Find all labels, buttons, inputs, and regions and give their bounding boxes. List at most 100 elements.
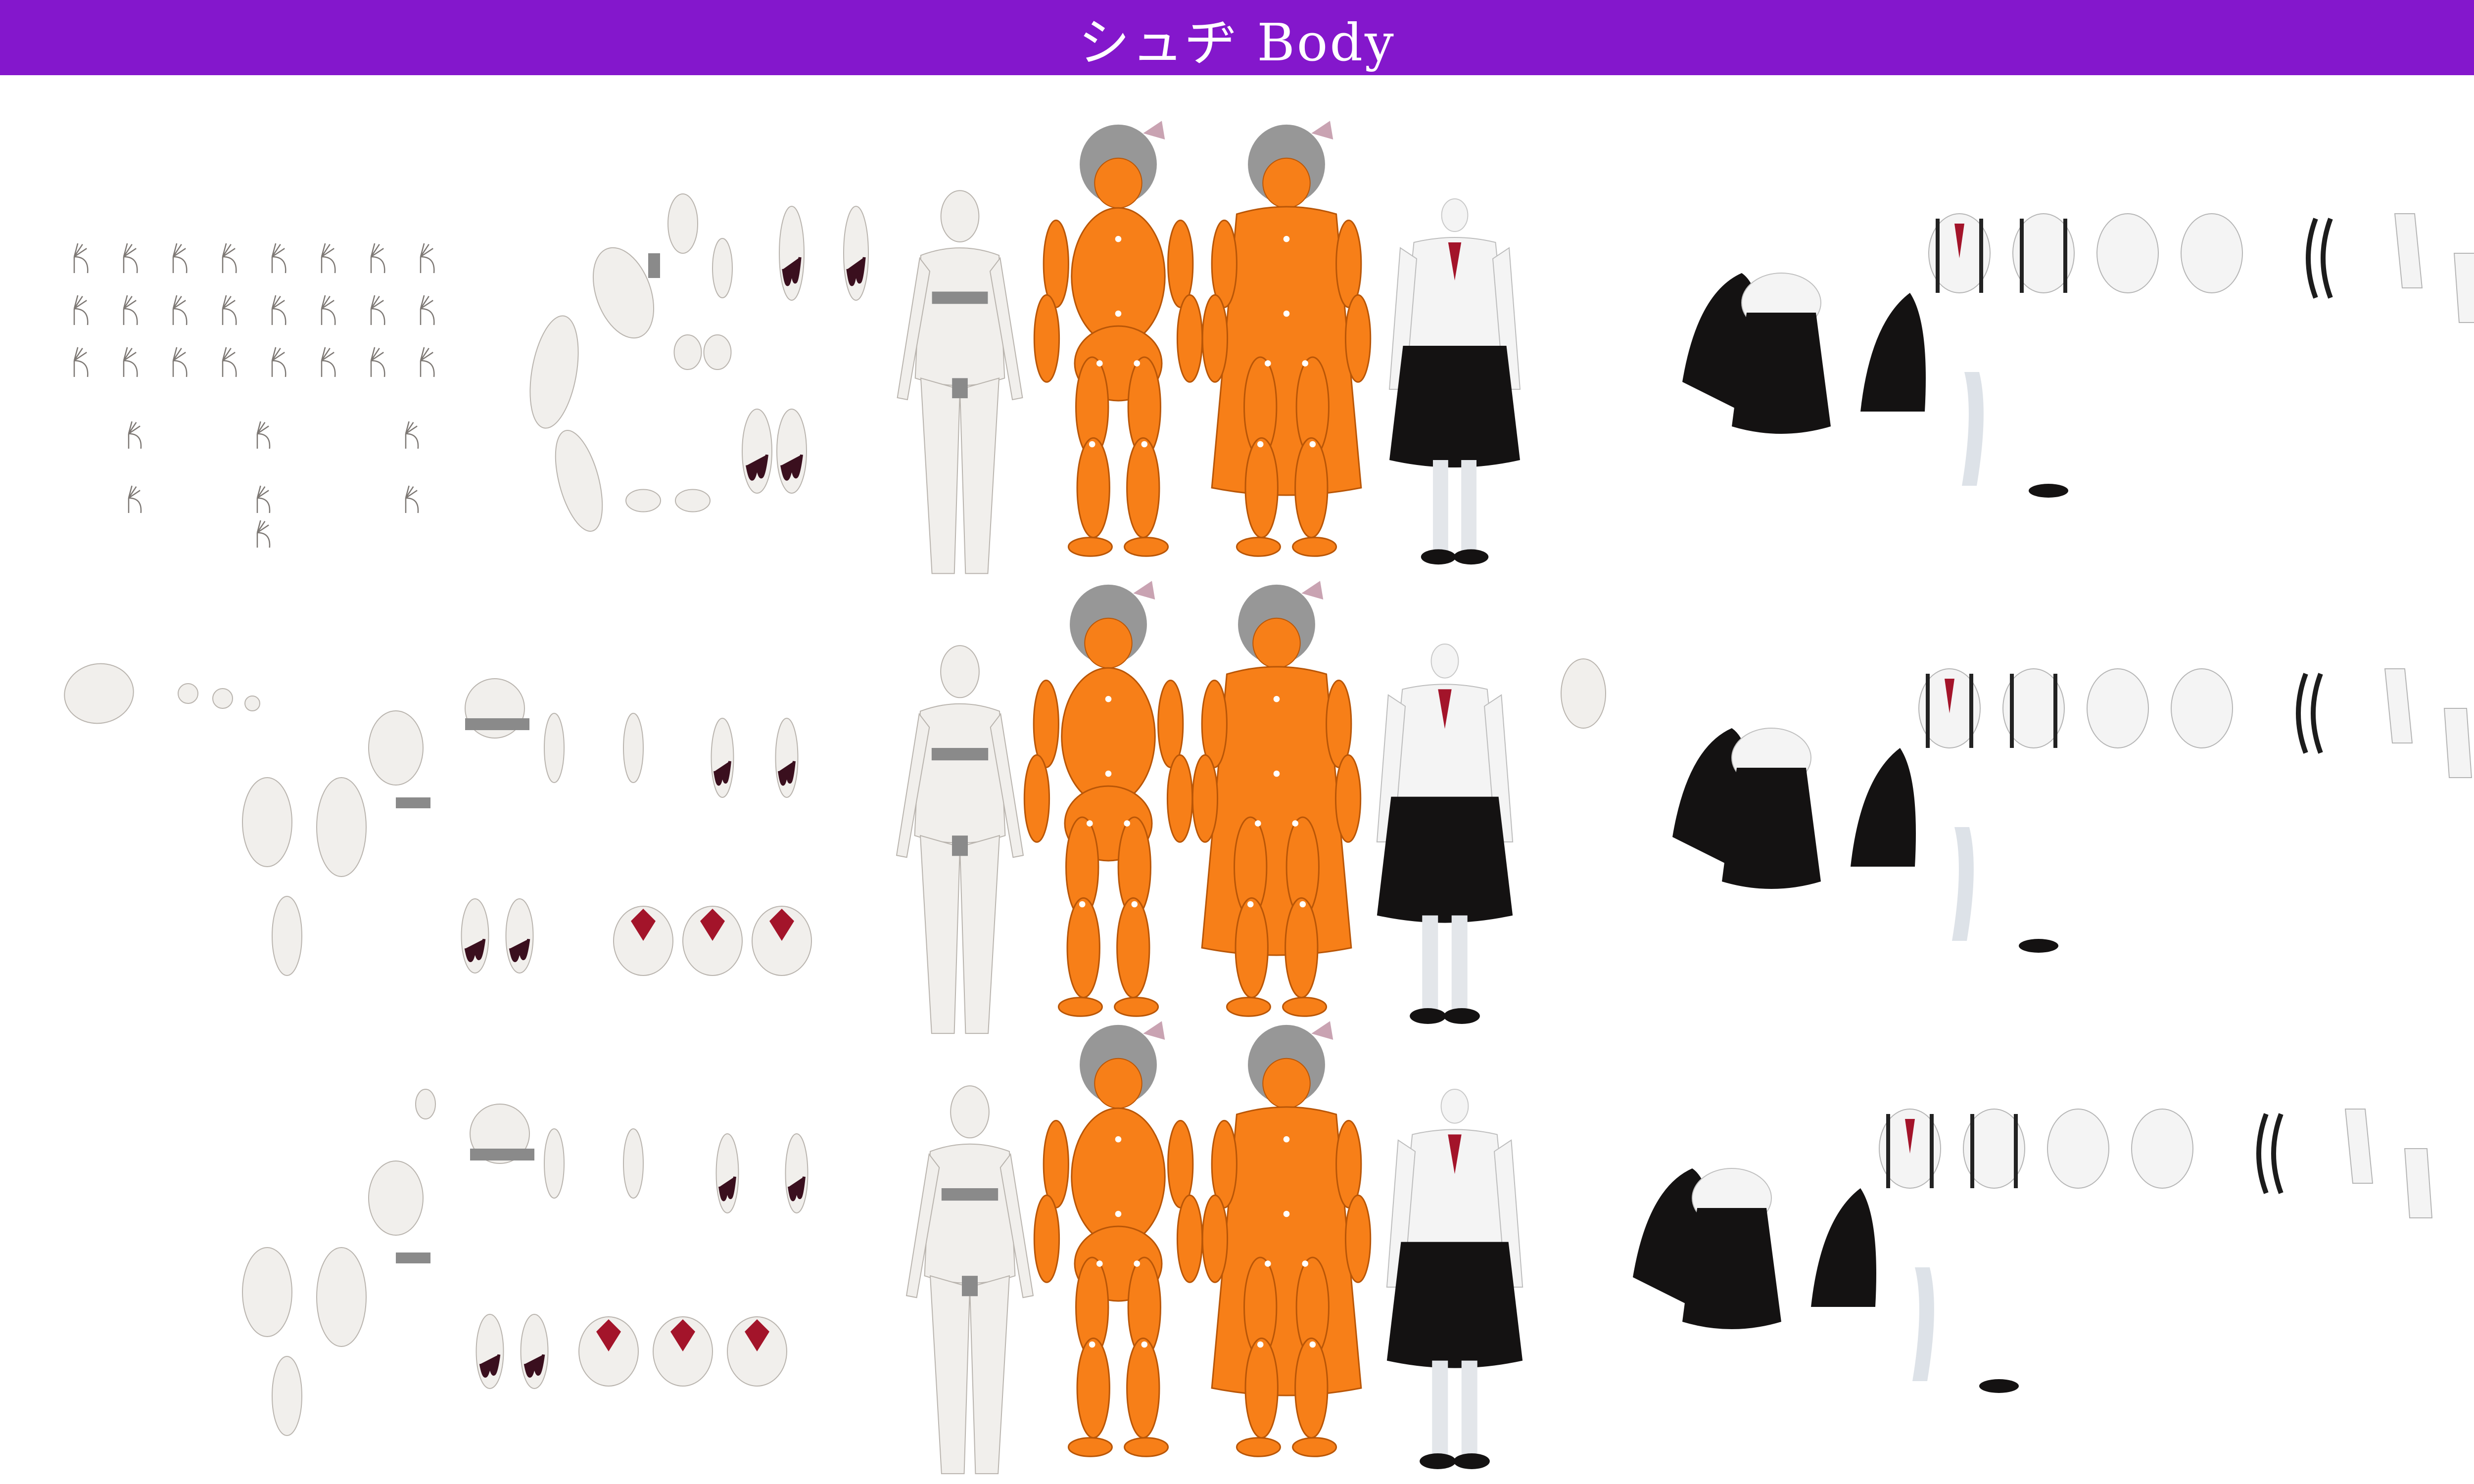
limb-part	[776, 409, 807, 494]
row-front	[64, 581, 2473, 1034]
doll-figure-back-dressed-joint-dot	[1283, 1210, 1290, 1217]
hand-sketch	[271, 295, 286, 325]
doll-figure-front-dressed-hair-ribbon	[1301, 581, 1324, 600]
leg-part	[272, 1356, 302, 1436]
doll-figure-back-dressed-joint-dot	[1257, 1341, 1264, 1348]
doll-figure-back-joint-dot	[1096, 1260, 1103, 1267]
row-back	[242, 1021, 2433, 1475]
doll-figure-front-foot-left	[1057, 997, 1103, 1017]
doll-figure-back-arm-segment	[1033, 1194, 1060, 1283]
thigh-part	[316, 777, 367, 877]
doll-figure-side-face	[1094, 157, 1142, 209]
clothing-parts-front-stocking-piece	[1952, 827, 1974, 941]
doll-figure-back-dressed-joint-dot	[1265, 1260, 1271, 1267]
hand-sketch	[256, 485, 271, 513]
clothed-figure-front-neck	[1430, 644, 1459, 679]
clothed-figure-back-skirt	[1386, 1242, 1523, 1368]
clothed-figure-front-sock-left	[1422, 915, 1438, 1012]
hand-part	[673, 334, 702, 370]
arm-part	[712, 238, 733, 298]
doll-figure-front-dressed-joint-dot	[1292, 820, 1299, 827]
skin-figure-front-head	[940, 645, 980, 698]
arm-part	[544, 1128, 565, 1199]
skin-figure-front-torso	[914, 703, 1006, 844]
limb-part	[476, 1314, 504, 1389]
hand-part	[703, 334, 732, 370]
hand-sketch	[73, 347, 89, 377]
clothing-parts-front-sleeve-piece	[2384, 668, 2413, 743]
leg-part	[272, 896, 302, 976]
clothed-figure-front-shoe-left	[1410, 1008, 1446, 1024]
clothing-parts-back-shirt-panel	[2131, 1109, 2193, 1189]
hand-sketch	[222, 347, 237, 377]
doll-figure-side-dressed-foot-right	[1292, 537, 1337, 557]
doll-figure-back-leg-segment	[1076, 1337, 1110, 1439]
doll-figure-back-dressed-joint-dot	[1309, 1341, 1316, 1348]
hand-sketch	[420, 243, 435, 274]
clothing-parts-side-suspender	[2020, 219, 2024, 293]
sleeve-part	[1561, 658, 1606, 729]
limb-part	[742, 409, 772, 494]
clothed-figure-back-sock-right	[1461, 1360, 1477, 1457]
hand-sketch	[123, 243, 138, 274]
skin-figure-side-leg-left	[920, 377, 961, 574]
clothing-parts-back-strap-piece	[2256, 1113, 2284, 1194]
doll-figure-back-dressed-leg-segment	[1294, 1337, 1329, 1439]
censor-bar	[941, 1188, 999, 1201]
doll-figure-back-hair-ribbon	[1143, 1021, 1165, 1040]
doll-figure-side-dressed-face	[1262, 157, 1311, 209]
doll-figure-front-dressed-joint-dot	[1255, 820, 1261, 827]
hand-sketch	[271, 347, 286, 377]
joint-part	[178, 683, 198, 704]
clothing-parts-side-shoe-piece	[2029, 484, 2068, 498]
doll-figure-side-torso	[1071, 207, 1166, 346]
censor-bar	[396, 797, 430, 808]
doll-figure-back-torso	[1071, 1107, 1166, 1246]
doll-figure-front-leg-segment	[1066, 897, 1100, 999]
doll-figure-back-leg-segment	[1126, 1337, 1160, 1439]
foot-part	[625, 489, 661, 512]
doll-figure-side-leg-segment	[1126, 437, 1160, 539]
clothing-parts-side-shirt-panel	[2181, 213, 2243, 293]
clothing-parts-side-suspender	[1936, 219, 1940, 293]
doll-figure-front-foot-right	[1114, 997, 1159, 1017]
clothing-parts-back-shoe-piece	[1979, 1379, 2019, 1393]
clothed-figure-front-skirt	[1377, 796, 1513, 923]
clothing-parts-front-suspender	[1969, 674, 1973, 748]
skin-figure-side-leg-right	[959, 377, 1000, 574]
clothing-parts-front-shoe-piece	[2019, 939, 2058, 953]
doll-figure-side-arm-segment	[1176, 294, 1203, 383]
clothing-parts-side-suspender	[1979, 219, 1983, 293]
doll-figure-front-joint-dot	[1105, 770, 1112, 777]
doll-figure-side-dressed-foot-left	[1236, 537, 1281, 557]
clothed-figure-back-shoe-left	[1420, 1453, 1456, 1469]
limb-part	[520, 1314, 549, 1389]
doll-figure-front-face	[1084, 617, 1133, 669]
hand-sketch	[128, 421, 142, 449]
joint-part	[212, 688, 233, 709]
doll-figure-back-dressed-foot-left	[1236, 1437, 1281, 1457]
doll-figure-side-joint-dot	[1115, 310, 1122, 317]
doll-figure-back-joint-dot	[1115, 1136, 1122, 1143]
doll-figure-side-joint-dot	[1096, 360, 1103, 367]
doll-figure-back-dressed-leg-segment	[1244, 1337, 1279, 1439]
doll-figure-back-joint-dot	[1134, 1260, 1141, 1267]
hand-sketch	[271, 243, 286, 274]
hand-sketch	[123, 295, 138, 325]
limb-part	[505, 898, 534, 974]
censor-bar	[952, 835, 968, 856]
clothed-figure-front-sock-right	[1451, 915, 1468, 1012]
limb-part	[843, 206, 869, 301]
clothing-parts-front-shirt-panel	[2171, 668, 2233, 748]
doll-figure-back-dressed-joint-dot	[1283, 1136, 1290, 1143]
censor-bar	[952, 378, 968, 399]
clothing-parts-side-strap-piece	[2306, 218, 2333, 299]
hand-sketch	[370, 295, 385, 325]
skin-figure-back-head	[950, 1085, 990, 1139]
clothing-parts-front-suspender	[2010, 674, 2014, 748]
clothing-parts-side-stocking-piece	[1962, 372, 1984, 486]
doll-figure-side-foot-left	[1067, 537, 1113, 557]
clothing-parts-back-sleeve-piece	[2344, 1109, 2374, 1184]
doll-figure-side-joint-dot	[1115, 235, 1122, 242]
hand-sketch	[256, 520, 271, 548]
